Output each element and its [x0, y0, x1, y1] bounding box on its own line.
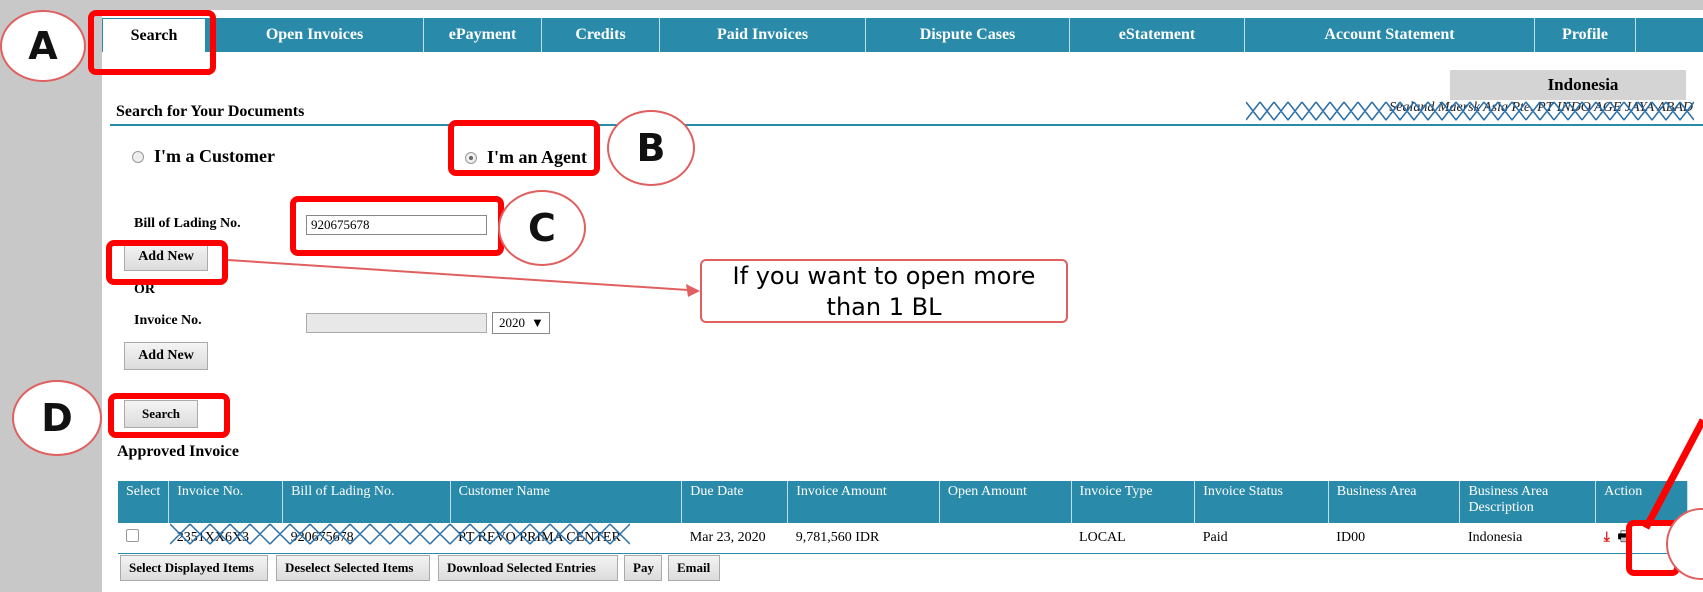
- chevron-down-icon: ▼: [531, 315, 544, 330]
- radio-customer[interactable]: I'm a Customer: [132, 146, 275, 167]
- annotation-circle-b: B: [607, 110, 695, 186]
- col-customer: Customer Name: [450, 481, 683, 523]
- bl-input[interactable]: [306, 215, 487, 235]
- col-action: Action: [1595, 481, 1688, 523]
- print-icon[interactable]: 🖶: [1617, 530, 1630, 545]
- tab-account-statement[interactable]: Account Statement: [1245, 18, 1535, 52]
- tab-paid-invoices[interactable]: Paid Invoices: [660, 18, 866, 52]
- country-label: Indonesia: [1450, 70, 1686, 100]
- main-nav-tabs: Search Open Invoices ePayment Credits Pa…: [102, 18, 1703, 52]
- cell-customer: PT REVO PRIMA CENTER: [450, 523, 682, 554]
- or-label: OR: [134, 282, 155, 297]
- invoice-label: Invoice No.: [134, 313, 202, 328]
- radio-dot-selected[interactable]: [465, 151, 477, 164]
- deselect-selected-button[interactable]: Deselect Selected Items: [276, 555, 430, 581]
- search-button[interactable]: Search: [124, 400, 198, 428]
- col-invoice-status: Invoice Status: [1194, 481, 1329, 523]
- bl-label: Bill of Lading No.: [134, 216, 241, 231]
- cell-due-date: Mar 23, 2020: [681, 523, 788, 554]
- add-new-bl-button[interactable]: Add New: [124, 243, 208, 271]
- cell-type: LOCAL: [1071, 523, 1195, 554]
- cell-business-area: ID00: [1328, 523, 1460, 554]
- annotation-circle-c: C: [498, 190, 586, 266]
- table-row: 2351XX6X3 920675678 PT REVO PRIMA CENTER…: [118, 523, 1688, 554]
- col-invoice-amount: Invoice Amount: [787, 481, 940, 523]
- pay-button[interactable]: Pay: [624, 555, 662, 581]
- cell-status: Paid: [1194, 523, 1329, 554]
- left-gray-bar: [0, 0, 102, 592]
- add-new-invoice-button[interactable]: Add New: [124, 342, 208, 370]
- tab-open-invoices[interactable]: Open Invoices: [206, 18, 424, 52]
- divider: [110, 124, 1703, 126]
- tab-estatement[interactable]: eStatement: [1070, 18, 1245, 52]
- col-business-area: Business Area: [1328, 481, 1461, 523]
- email-button[interactable]: Email: [668, 555, 720, 581]
- annotation-callout: If you want to open more than 1 BL: [700, 259, 1068, 323]
- tab-credits[interactable]: Credits: [542, 18, 660, 52]
- annotation-circle-d: D: [12, 380, 102, 456]
- year-value: 2020: [499, 315, 525, 330]
- col-invoice-no: Invoice No.: [168, 481, 284, 523]
- col-bl-no: Bill of Lading No.: [282, 481, 451, 523]
- select-displayed-button[interactable]: Select Displayed Items: [120, 555, 268, 581]
- row-checkbox[interactable]: [126, 529, 139, 542]
- cell-area-desc: Indonesia: [1459, 523, 1596, 554]
- col-select: Select: [118, 481, 170, 523]
- col-invoice-type: Invoice Type: [1071, 481, 1196, 523]
- download-selected-button[interactable]: Download Selected Entries: [438, 555, 618, 581]
- top-gray-bar: [0, 0, 1703, 10]
- tab-profile[interactable]: Profile: [1535, 18, 1636, 52]
- col-area-desc: Business Area Description: [1459, 481, 1597, 523]
- col-open-amount: Open Amount: [939, 481, 1072, 523]
- row-checkbox-cell: [118, 523, 169, 554]
- cell-amount: 9,781,560 IDR: [787, 523, 940, 554]
- col-due-date: Due Date: [681, 481, 789, 523]
- cell-open-amount: [939, 523, 1072, 554]
- cell-bl-no: 920675678: [282, 523, 451, 554]
- cell-invoice-no: 2351XX6X3: [168, 523, 283, 554]
- year-select[interactable]: 2020 ▼: [492, 312, 550, 334]
- tab-dispute-cases[interactable]: Dispute Cases: [866, 18, 1070, 52]
- radio-customer-label: I'm a Customer: [154, 146, 275, 166]
- radio-agent-label: I'm an Agent: [487, 147, 588, 167]
- results-title: Approved Invoice: [117, 443, 239, 460]
- results-table: Select Invoice No. Bill of Lading No. Cu…: [118, 481, 1688, 554]
- invoice-input[interactable]: [306, 313, 487, 333]
- table-header-row: Select Invoice No. Bill of Lading No. Cu…: [118, 481, 1688, 523]
- tab-search[interactable]: Search: [102, 18, 206, 52]
- tab-epayment[interactable]: ePayment: [424, 18, 542, 52]
- page-title: Search for Your Documents: [116, 103, 305, 120]
- pdf-icon[interactable]: ⤓: [1604, 530, 1610, 545]
- annotation-circle-a: A: [0, 10, 86, 82]
- company-name: Sealand Maersk Asia Pte. PT INDO AGE JAY…: [1389, 100, 1693, 115]
- radio-dot[interactable]: [132, 150, 144, 163]
- radio-agent[interactable]: I'm an Agent: [465, 147, 587, 168]
